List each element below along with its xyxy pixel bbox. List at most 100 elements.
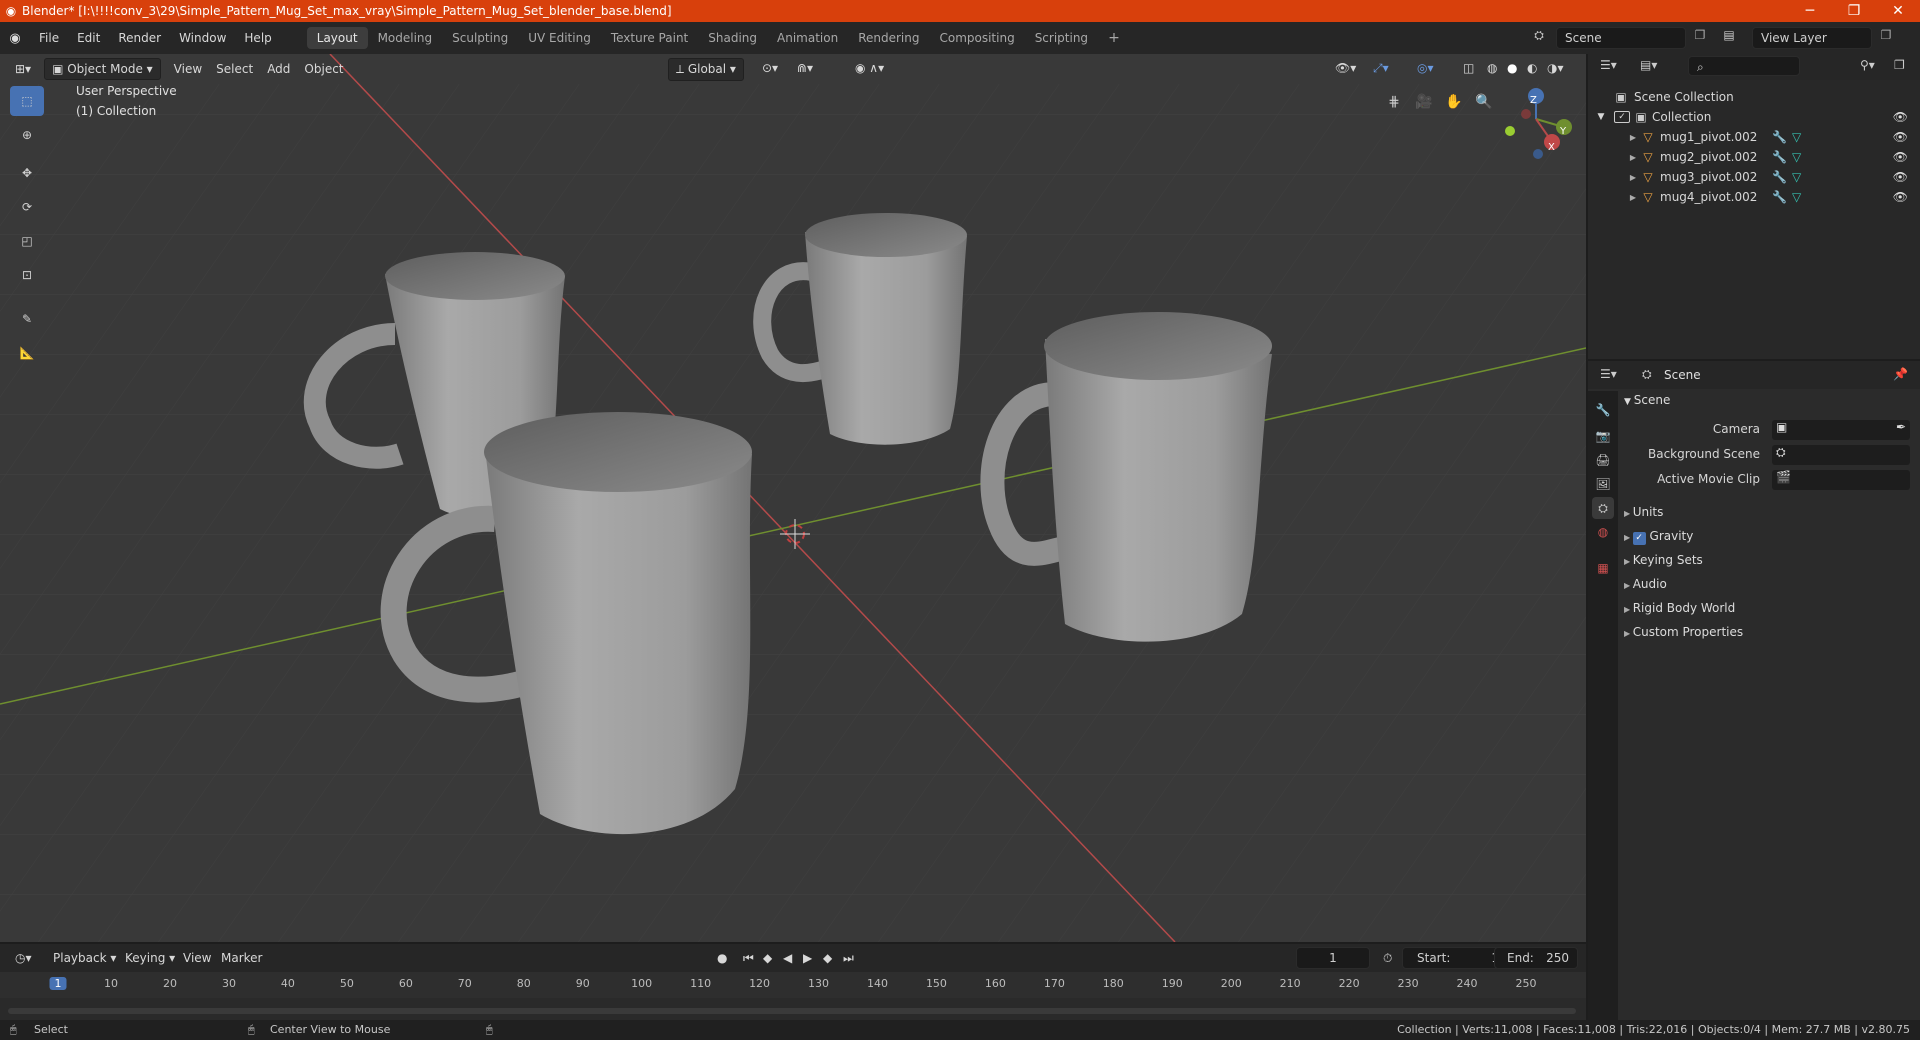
maximize-button[interactable]: ❐	[1832, 0, 1876, 22]
snap-icon[interactable]: ⋒▾	[790, 58, 820, 78]
rendered-shading-icon[interactable]: ◑▾	[1540, 58, 1571, 78]
keying-sets-panel-header[interactable]: ▶ Keying Sets	[1624, 553, 1703, 567]
tab-modeling[interactable]: Modeling	[368, 27, 443, 49]
proportional-edit-icon[interactable]: ◉ ∧▾	[848, 58, 891, 78]
outliner-editor-type-icon[interactable]: ☰▾	[1600, 58, 1617, 72]
timeline-editor-type-icon[interactable]: ◷▾	[8, 948, 39, 968]
overlay-toggle-icon[interactable]: ◎▾	[1410, 58, 1441, 78]
tab-layout[interactable]: Layout	[306, 27, 368, 49]
viewport-menu-view[interactable]: View	[167, 59, 209, 79]
viewport-menu-object[interactable]: Object	[297, 59, 350, 79]
minimize-button[interactable]: ─	[1788, 0, 1832, 22]
tab-animation[interactable]: Animation	[767, 27, 848, 49]
selectability-icon[interactable]: 👁▾	[1328, 58, 1363, 78]
new-scene-icon[interactable]: ❐	[1690, 28, 1710, 42]
viewport-menu-select[interactable]: Select	[209, 59, 260, 79]
tab-rendering[interactable]: Rendering	[848, 27, 929, 49]
mode-selector[interactable]: ▣ Object Mode ▾	[44, 58, 161, 80]
timeline-menu-keying[interactable]: Keying ▾	[118, 948, 182, 968]
tab-uv-editing[interactable]: UV Editing	[518, 27, 601, 49]
frame-ruler[interactable]: 1 10 20 30 40 50 60 70 80 90 100 110 120 130 140 150 160…	[0, 972, 1586, 998]
eyedropper-icon[interactable]: ✒	[1896, 420, 1906, 434]
tab-compositing[interactable]: Compositing	[929, 27, 1024, 49]
timeline-scrollbar[interactable]	[8, 1008, 1576, 1014]
expand-arrow-icon[interactable]: ▼	[1588, 112, 1614, 122]
jump-end-icon[interactable]: ⏭	[836, 948, 861, 969]
audio-panel-header[interactable]: ▶ Audio	[1624, 577, 1667, 591]
view-layer-tab-icon[interactable]: 🖼	[1592, 473, 1614, 495]
end-frame-field[interactable]: End: 250	[1494, 947, 1578, 969]
timeline-menu-view[interactable]: View	[176, 948, 218, 968]
tool-tab-icon[interactable]: 🔧	[1592, 399, 1614, 421]
zoom-view-icon[interactable]: 🔍	[1470, 88, 1498, 116]
visibility-eye-icon[interactable]: 👁	[1893, 130, 1908, 144]
expand-arrow-icon[interactable]: ▶	[1588, 173, 1636, 182]
gravity-checkbox[interactable]: ✓	[1632, 531, 1646, 545]
blender-menu-icon[interactable]: ◉	[0, 31, 30, 46]
outliner-object-row[interactable]: ▶ ▽ mug3_pivot.002 🔧 ▽ 👁	[1588, 167, 1920, 187]
editor-type-icon[interactable]: ⊞▾	[8, 59, 38, 79]
menu-file[interactable]: File	[30, 31, 68, 45]
mesh-data-icon[interactable]: ▽	[1792, 130, 1801, 144]
outliner-scene-collection[interactable]: ▣ Scene Collection	[1588, 87, 1920, 107]
outliner-collection-row[interactable]: ▼ ✓ ▣ Collection 👁	[1588, 107, 1920, 127]
tab-shading[interactable]: Shading	[698, 27, 767, 49]
modifier-wrench-icon[interactable]: 🔧	[1772, 170, 1787, 184]
active-movie-clip-field[interactable]: 🎬	[1772, 470, 1910, 490]
scale-tool[interactable]: ◰	[10, 226, 44, 256]
expand-arrow-icon[interactable]: ▶	[1588, 133, 1636, 142]
select-box-tool[interactable]: ⬚	[10, 86, 44, 116]
gizmo-toggle-icon[interactable]: ⤢▾	[1366, 58, 1396, 79]
properties-editor-type-icon[interactable]: ☰▾	[1600, 367, 1617, 381]
rigid-body-world-panel-header[interactable]: ▶ Rigid Body World	[1624, 601, 1735, 615]
modifier-wrench-icon[interactable]: 🔧	[1772, 130, 1787, 144]
outliner-search-input[interactable]: ⌕	[1688, 56, 1800, 76]
measure-tool[interactable]: 📐	[10, 338, 44, 368]
rotate-tool[interactable]: ⟳	[10, 192, 44, 222]
scene-tab-icon[interactable]: ⛭	[1592, 497, 1614, 519]
pin-icon[interactable]: 📌	[1893, 367, 1908, 381]
units-panel-header[interactable]: ▶ Units	[1624, 505, 1663, 519]
view-layer-field[interactable]: View Layer	[1752, 27, 1872, 49]
annotate-tool[interactable]: ✎	[10, 304, 44, 334]
scene-panel-header[interactable]: ▼ Scene	[1624, 393, 1670, 407]
menu-edit[interactable]: Edit	[68, 31, 109, 45]
timeline-menu-playback[interactable]: Playback ▾	[46, 948, 123, 968]
pan-view-icon[interactable]: ✋	[1440, 88, 1468, 116]
expand-arrow-icon[interactable]: ▶	[1588, 153, 1636, 162]
menu-render[interactable]: Render	[109, 31, 170, 45]
collection-checkbox-icon[interactable]: ✓	[1614, 111, 1630, 123]
render-tab-icon[interactable]: 📷	[1592, 425, 1614, 447]
transform-orientation[interactable]: ⟂ Global ▾	[668, 58, 744, 81]
cursor-tool[interactable]: ⊕	[10, 120, 44, 150]
modifier-wrench-icon[interactable]: 🔧	[1772, 150, 1787, 164]
expand-arrow-icon[interactable]: ▶	[1588, 193, 1636, 202]
outliner-object-row[interactable]: ▶ ▽ mug1_pivot.002 🔧 ▽ 👁	[1588, 127, 1920, 147]
visibility-eye-icon[interactable]: 👁	[1893, 110, 1908, 124]
new-view-layer-icon[interactable]: ❐	[1876, 28, 1896, 42]
add-workspace-button[interactable]: +	[1098, 26, 1130, 50]
camera-field[interactable]: ▣ ✒	[1772, 420, 1910, 440]
visibility-eye-icon[interactable]: 👁	[1893, 170, 1908, 184]
timeline-menu-marker[interactable]: Marker	[214, 948, 269, 968]
3d-viewport[interactable]: ⊞▾ ▣ Object Mode ▾ View Select Add Objec…	[0, 54, 1586, 942]
visibility-eye-icon[interactable]: 👁	[1893, 150, 1908, 164]
background-scene-field[interactable]: ⛭	[1772, 445, 1910, 465]
camera-view-icon[interactable]: 🎥	[1410, 88, 1438, 116]
outliner-object-row[interactable]: ▶ ▽ mug2_pivot.002 🔧 ▽ 👁	[1588, 147, 1920, 167]
modifier-wrench-icon[interactable]: 🔧	[1772, 190, 1787, 204]
start-frame-field[interactable]: Start:1	[1402, 947, 1508, 969]
filter-icon[interactable]: ⚲▾	[1860, 58, 1875, 72]
mesh-data-icon[interactable]: ▽	[1792, 190, 1801, 204]
scene-field[interactable]: Scene	[1556, 27, 1686, 49]
tab-scripting[interactable]: Scripting	[1025, 27, 1098, 49]
gravity-panel-header[interactable]: ▶ ✓ Gravity	[1624, 529, 1693, 545]
world-tab-icon[interactable]: ◍	[1592, 521, 1614, 543]
xray-icon[interactable]: ◫	[1456, 58, 1481, 78]
mesh-data-icon[interactable]: ▽	[1792, 170, 1801, 184]
mesh-data-icon[interactable]: ▽	[1792, 150, 1801, 164]
viewport-menu-add[interactable]: Add	[260, 59, 297, 79]
new-collection-icon[interactable]: ❐	[1894, 58, 1905, 72]
texture-tab-icon[interactable]: ▦	[1592, 557, 1614, 579]
move-tool[interactable]: ✥	[10, 158, 44, 188]
